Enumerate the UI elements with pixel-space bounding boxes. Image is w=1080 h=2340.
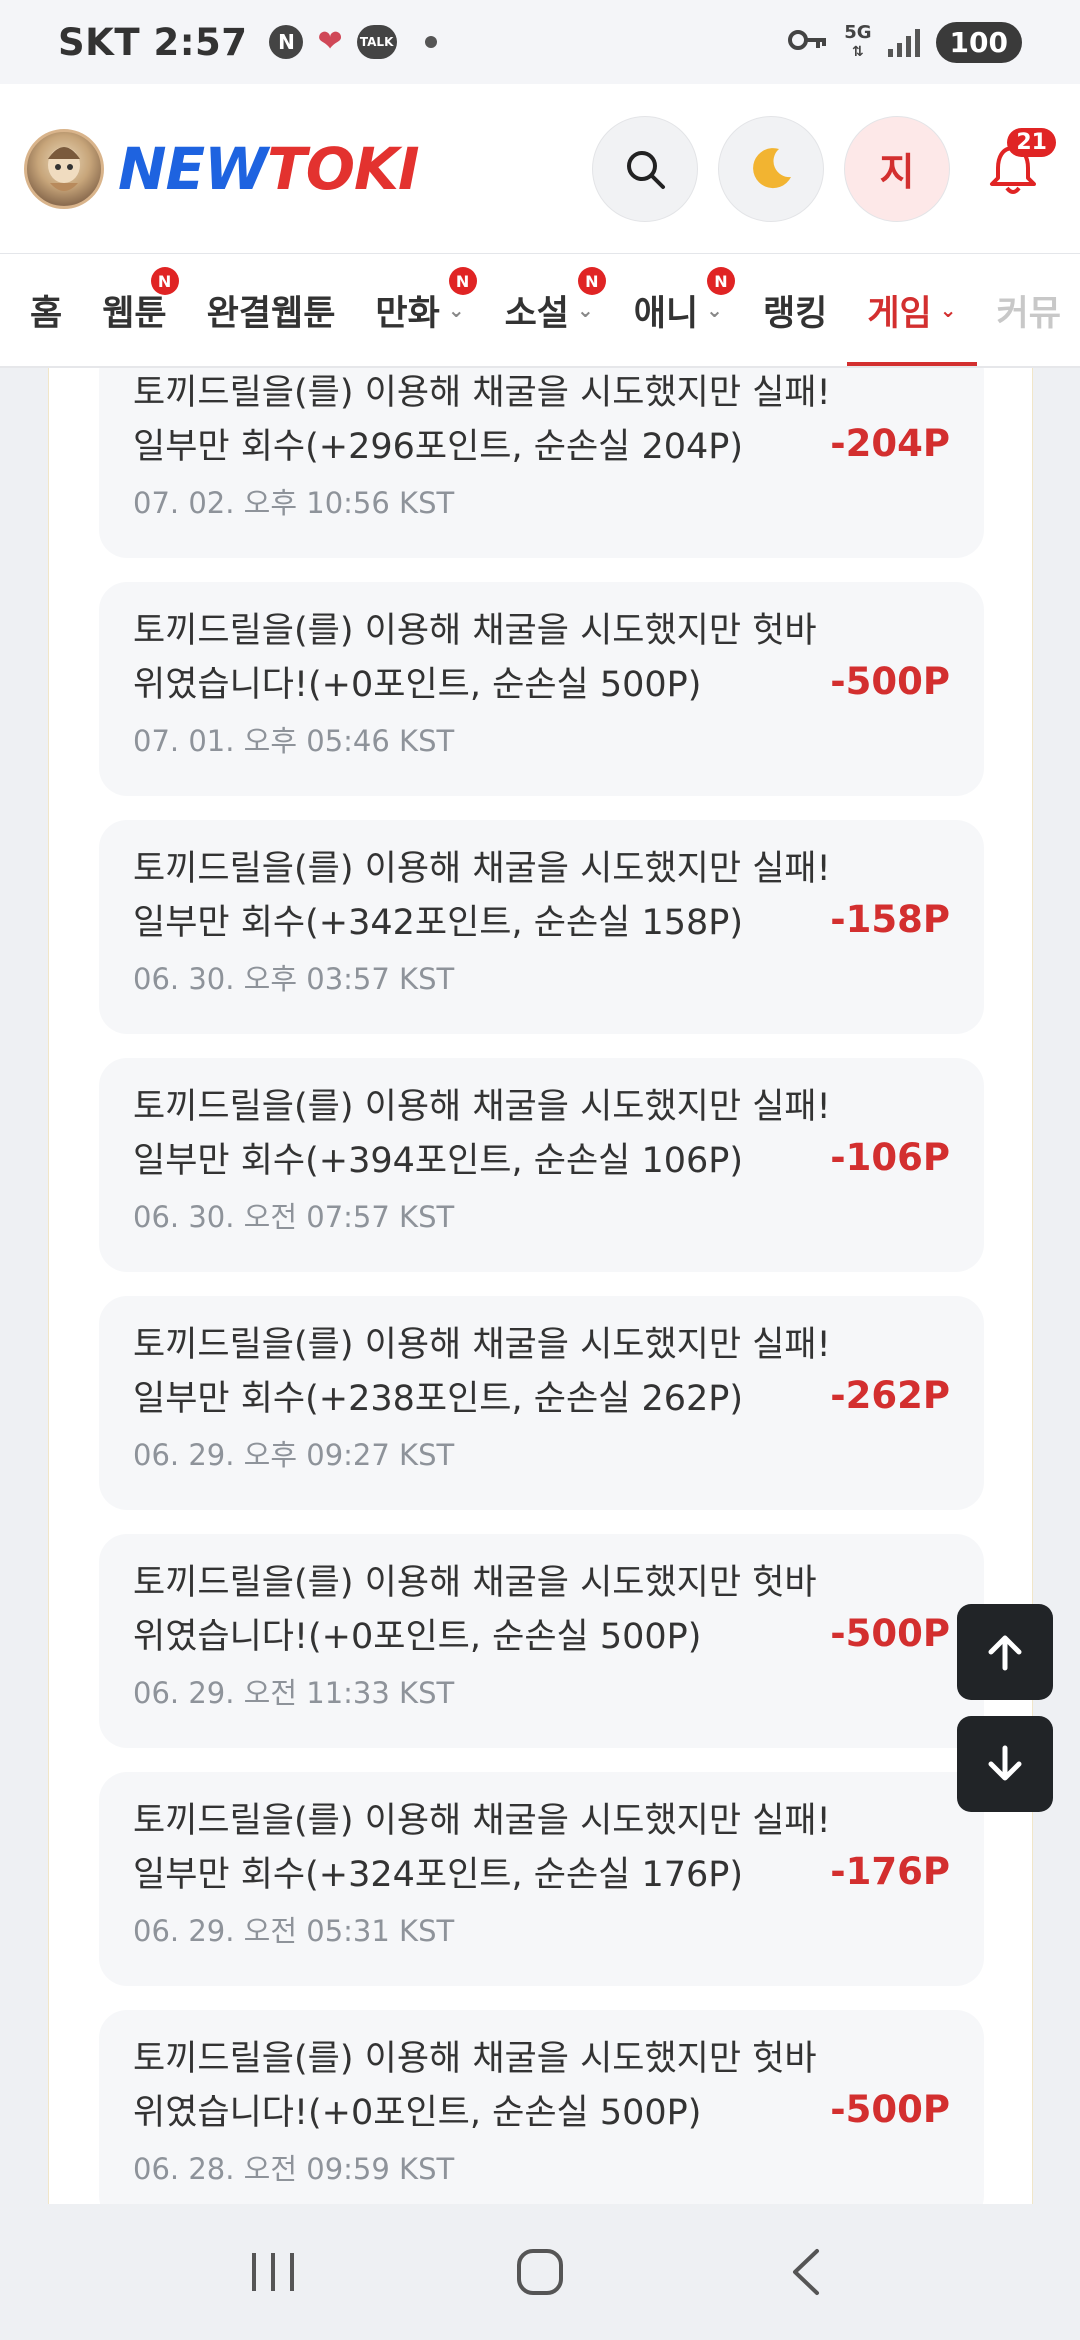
recent-apps-button[interactable] xyxy=(228,2232,318,2312)
list-item: 토끼드릴을(를) 이용해 채굴을 시도했지만 실패! 일부만 회수(+342포인… xyxy=(99,820,984,1034)
chevron-down-icon: ⌄ xyxy=(447,298,465,322)
history-amount: -500P xyxy=(830,2088,950,2131)
search-icon xyxy=(627,150,665,189)
history-message: 토끼드릴을(를) 이용해 채굴을 시도했지만 헛바위였습니다!(+0포인트, 순… xyxy=(133,2039,817,2133)
nav-item-community[interactable]: 커뮤 xyxy=(996,254,1061,366)
nav-item-manga[interactable]: 만화 ⌄ N xyxy=(375,254,477,366)
search-button[interactable] xyxy=(592,115,698,222)
history-time: 06. 29. 오전 11:33 KST xyxy=(133,1676,455,1710)
recent-apps-icon xyxy=(252,2253,295,2291)
user-profile-button[interactable]: 지 xyxy=(844,115,950,222)
list-item: 토끼드릴을(를) 이용해 채굴을 시도했지만 헛바위였습니다!(+0포인트, 순… xyxy=(99,2010,984,2204)
nav-label: 게임 xyxy=(867,293,932,334)
history-message: 토끼드릴을(를) 이용해 채굴을 시도했지만 헛바위였습니다!(+0포인트, 순… xyxy=(133,1563,817,1657)
chevron-down-icon: ⌄ xyxy=(577,298,594,322)
home-icon xyxy=(516,2249,563,2295)
history-time: 07. 02. 오후 10:56 KST xyxy=(133,486,455,520)
history-message: 토끼드릴을(를) 이용해 채굴을 시도했지만 실패! 일부만 회수(+342포인… xyxy=(133,849,831,943)
new-badge: N xyxy=(577,267,606,295)
scroll-bottom-button[interactable] xyxy=(957,1716,1053,1812)
history-message: 토끼드릴을(를) 이용해 채굴을 시도했지만 실패! 일부만 회수(+238포인… xyxy=(133,1325,831,1419)
history-message: 토끼드릴을(를) 이용해 채굴을 시도했지만 실패! 일부만 회수(+394포인… xyxy=(133,1087,831,1181)
chevron-down-icon: ⌄ xyxy=(939,298,957,322)
chevron-down-icon: ⌄ xyxy=(706,298,723,322)
network-5g-icon: 5G ⇅ xyxy=(844,21,872,60)
heart-icon: ❤ xyxy=(317,24,343,59)
back-icon xyxy=(792,2249,819,2295)
history-message: 토끼드릴을(를) 이용해 채굴을 시도했지만 헛바위였습니다!(+0포인트, 순… xyxy=(133,611,817,705)
logo-toki: TOKI xyxy=(267,134,419,203)
naver-icon: N xyxy=(269,25,304,59)
nav-item-novel[interactable]: 소설 ⌄ N xyxy=(504,254,606,366)
nav-label: 홈 xyxy=(30,293,63,334)
status-bar: SKT 2:57 N ❤ TALK 5G ⇅ 100 xyxy=(0,0,1080,84)
list-item: 토끼드릴을(를) 이용해 채굴을 시도했지만 실패! 일부만 회수(+296포인… xyxy=(99,368,984,558)
history-amount: -262P xyxy=(830,1374,950,1417)
nav-item-ranking[interactable]: 랭킹 xyxy=(762,254,828,366)
list-item: 토끼드릴을(를) 이용해 채굴을 시도했지만 헛바위였습니다!(+0포인트, 순… xyxy=(99,582,984,796)
logo-mascot-icon[interactable] xyxy=(24,128,104,209)
nav-label: 랭킹 xyxy=(762,293,828,334)
arrow-up-icon xyxy=(988,1635,1022,1671)
nav-item-home[interactable]: 홈 xyxy=(30,254,63,366)
signal-icon xyxy=(887,27,920,57)
moon-icon xyxy=(753,147,791,188)
new-badge: N xyxy=(150,267,179,295)
category-nav: 홈 웹툰 N 완결웹툰 만화 ⌄ N 소설 ⌄ N 애니 ⌄ N 랭킹 게임 ⌄ 커뮤 xyxy=(0,254,1080,368)
history-amount: -500P xyxy=(830,660,950,703)
history-amount: -500P xyxy=(830,1612,950,1655)
nav-label: 애니 xyxy=(633,293,699,334)
carrier-time: SKT 2:57 xyxy=(58,21,247,64)
history-amount: -158P xyxy=(830,898,950,941)
nav-item-game[interactable]: 게임 ⌄ xyxy=(847,254,977,366)
scroll-top-button[interactable] xyxy=(957,1604,1053,1700)
site-header: NEWTOKI 지 21 xyxy=(0,84,1080,254)
arrow-down-icon xyxy=(988,1745,1022,1781)
notification-count-badge: 21 xyxy=(1007,127,1056,157)
main-content: 토끼드릴을(를) 이용해 채굴을 시도했지만 실패! 일부만 회수(+296포인… xyxy=(48,368,1033,2204)
history-time: 06. 28. 오전 09:59 KST xyxy=(133,2152,455,2186)
battery-indicator: 100 xyxy=(935,21,1022,63)
history-amount: -106P xyxy=(830,1136,950,1179)
history-time: 06. 30. 오후 03:57 KST xyxy=(133,962,455,996)
history-time: 06. 30. 오전 07:57 KST xyxy=(133,1200,455,1234)
dark-mode-toggle[interactable] xyxy=(718,115,824,222)
point-history-list: 토끼드릴을(를) 이용해 채굴을 시도했지만 실패! 일부만 회수(+296포인… xyxy=(99,368,984,2204)
history-amount: -204P xyxy=(830,422,950,465)
list-item: 토끼드릴을(를) 이용해 채굴을 시도했지만 실패! 일부만 회수(+394포인… xyxy=(99,1058,984,1272)
network-label: 5G xyxy=(844,21,872,43)
logo-new: NEW xyxy=(118,134,268,203)
notification-button[interactable]: 21 xyxy=(970,116,1056,222)
back-button[interactable] xyxy=(762,2232,852,2312)
history-message: 토끼드릴을(를) 이용해 채굴을 시도했지만 실패! 일부만 회수(+296포인… xyxy=(133,373,831,467)
vpn-key-icon xyxy=(788,25,828,60)
new-badge: N xyxy=(706,267,735,295)
history-message: 토끼드릴을(를) 이용해 채굴을 시도했지만 실패! 일부만 회수(+324포인… xyxy=(133,1801,831,1895)
more-notifications-dot-icon xyxy=(424,36,437,48)
list-item: 토끼드릴을(를) 이용해 채굴을 시도했지만 실패! 일부만 회수(+238포인… xyxy=(99,1296,984,1510)
nav-item-webtoon[interactable]: 웹툰 N xyxy=(102,254,179,366)
nav-item-anime[interactable]: 애니 ⌄ N xyxy=(633,254,735,366)
kakaotalk-icon: TALK xyxy=(356,25,397,59)
history-time: 06. 29. 오전 05:31 KST xyxy=(133,1914,455,1948)
history-time: 06. 29. 오후 09:27 KST xyxy=(133,1438,455,1472)
nav-label: 완결웹툰 xyxy=(206,293,336,334)
history-time: 07. 01. 오후 05:46 KST xyxy=(133,724,455,758)
carrier-label: SKT xyxy=(58,20,141,64)
system-navigation-bar xyxy=(0,2204,1080,2340)
list-item: 토끼드릴을(를) 이용해 채굴을 시도했지만 헛바위였습니다!(+0포인트, 순… xyxy=(99,1534,984,1748)
nav-label: 소설 xyxy=(504,293,569,334)
site-logo[interactable]: NEWTOKI xyxy=(118,134,420,203)
list-item: 토끼드릴을(를) 이용해 채굴을 시도했지만 실패! 일부만 회수(+324포인… xyxy=(99,1772,984,1986)
history-amount: -176P xyxy=(830,1850,950,1893)
clock: 2:57 xyxy=(153,20,248,64)
home-button[interactable] xyxy=(495,2232,585,2312)
new-badge: N xyxy=(448,267,477,295)
nav-label: 만화 xyxy=(375,293,440,334)
nav-item-completed-webtoon[interactable]: 완결웹툰 xyxy=(206,254,336,366)
nav-label: 커뮤 xyxy=(996,293,1061,334)
